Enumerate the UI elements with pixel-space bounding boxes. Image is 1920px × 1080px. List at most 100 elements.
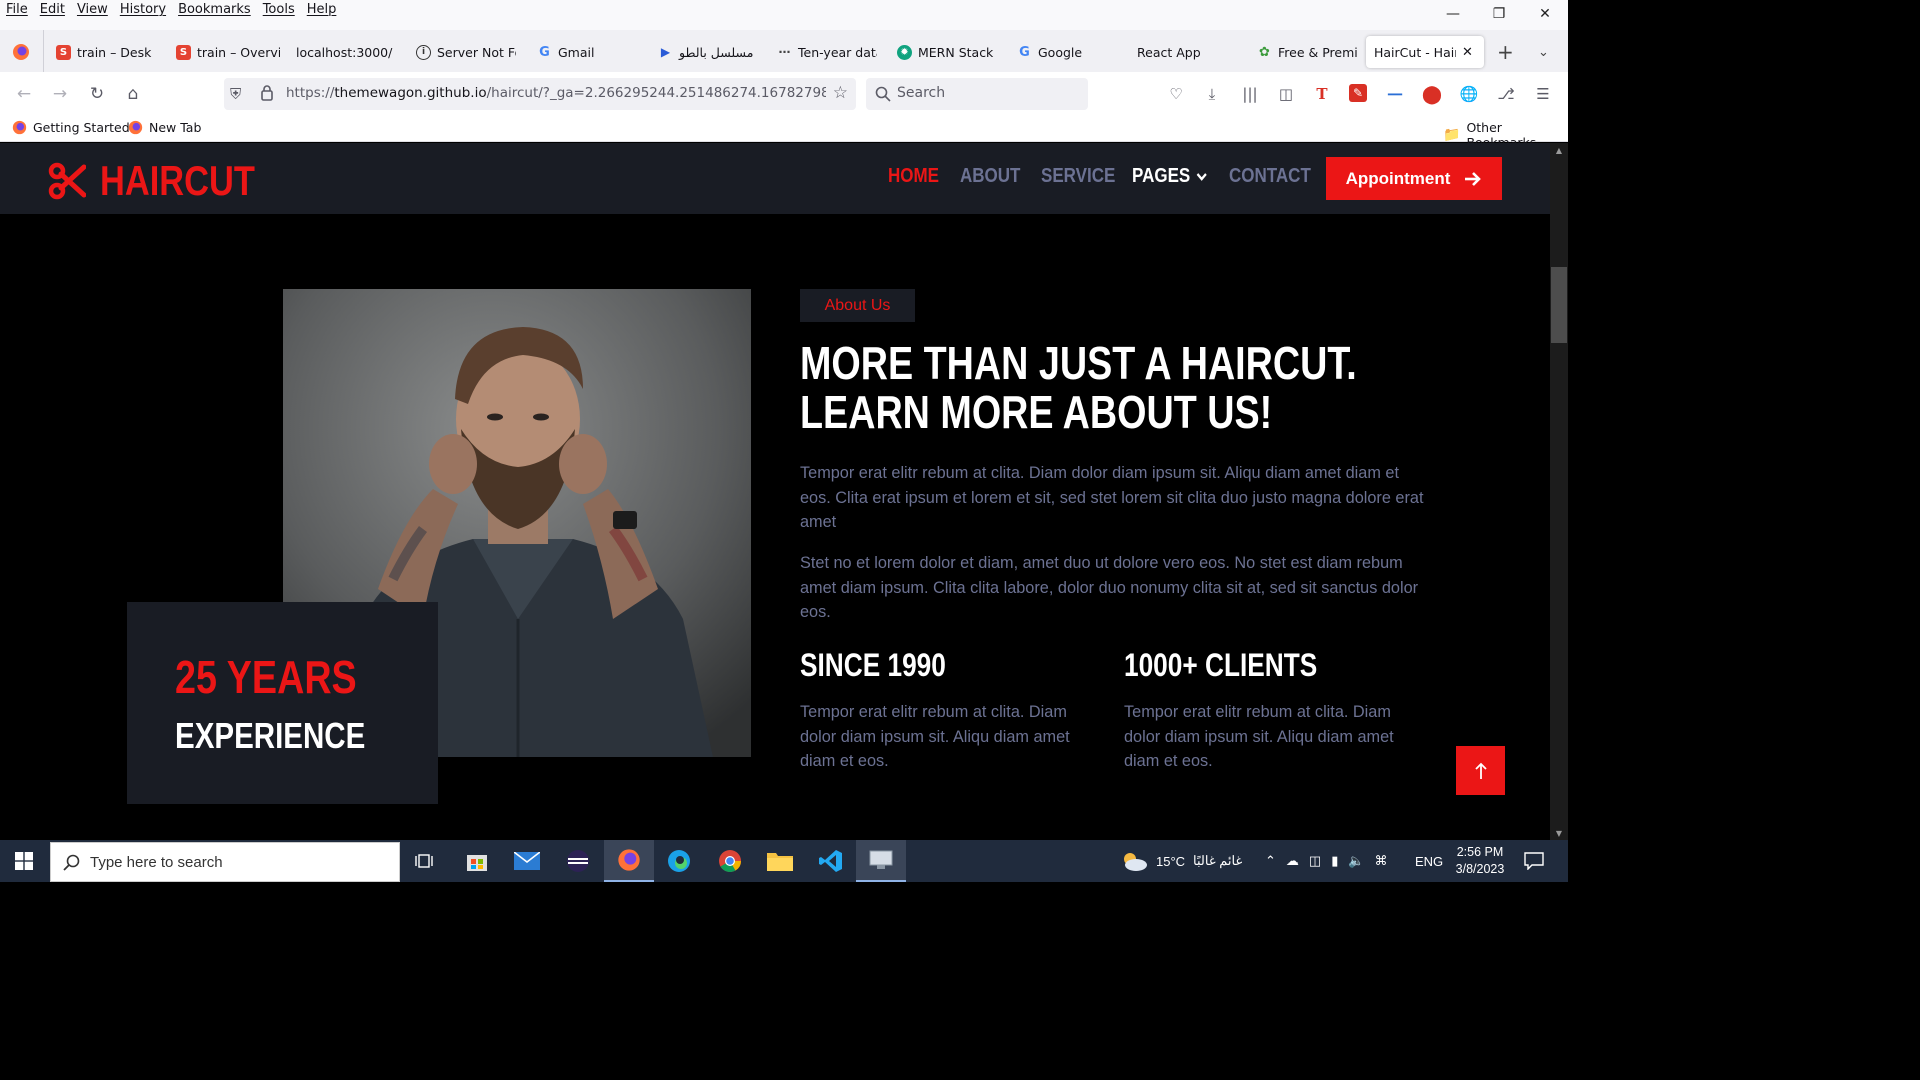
site-logo[interactable]: HAIRCUT xyxy=(48,157,289,205)
sidebar-icon[interactable]: ◫ xyxy=(1276,84,1296,104)
nav-service[interactable]: SERVICE xyxy=(1041,165,1115,188)
extension-t-icon[interactable]: T xyxy=(1312,84,1332,104)
mail-icon xyxy=(514,852,540,870)
tab-google[interactable]: G Google xyxy=(1017,36,1117,68)
appointment-label: Appointment xyxy=(1345,168,1451,188)
tab-train-overview[interactable]: S train – Overvie xyxy=(176,36,280,68)
page-scrollbar[interactable]: ▲ ▼ xyxy=(1550,143,1568,840)
tab-label: HairCut - Hair S xyxy=(1374,44,1456,60)
scrollbar-thumb[interactable] xyxy=(1551,267,1567,343)
globe-icon[interactable]: 🌐 xyxy=(1459,84,1479,104)
hamburger-menu-icon[interactable]: ☰ xyxy=(1533,84,1553,104)
tab-ten-year-data[interactable]: ⋯ Ten-year data xyxy=(777,36,878,68)
appointment-button[interactable]: Appointment xyxy=(1326,157,1502,200)
tab-mern-stack[interactable]: ✹ MERN Stack E xyxy=(897,36,997,68)
opera-icon[interactable]: ⬤ xyxy=(1422,84,1442,105)
task-view-button[interactable] xyxy=(400,840,450,882)
tab-server-not-found[interactable]: i Server Not Fo xyxy=(416,36,516,68)
start-button[interactable] xyxy=(0,840,48,882)
tab-train-desk[interactable]: S train – Desk xyxy=(56,36,156,68)
tab-react-app[interactable]: React App xyxy=(1137,36,1237,68)
menu-view[interactable]: View xyxy=(77,2,108,17)
close-window-button[interactable]: ✕ xyxy=(1522,0,1568,28)
nav-pages[interactable]: PAGES xyxy=(1132,165,1207,188)
language-indicator[interactable]: ENG xyxy=(1415,840,1443,882)
stat-clients-title: 1000+ CLIENTS xyxy=(1124,647,1318,683)
windows-icon xyxy=(15,852,33,870)
tab-label: Ten-year data xyxy=(798,44,877,60)
library-icon[interactable]: ||| xyxy=(1240,84,1260,104)
tab-arabic-series[interactable]: ▶ مسلسل بالطو xyxy=(658,36,758,68)
extensions-icon[interactable]: ⎇ xyxy=(1496,84,1516,104)
nav-home[interactable]: HOME xyxy=(888,165,939,188)
taskbar-file-explorer[interactable] xyxy=(755,840,805,882)
firefox-icon xyxy=(618,849,640,871)
url-bar[interactable]: ⛨ https://themewagon.github.io/haircut/?… xyxy=(224,78,856,110)
taskbar-store[interactable] xyxy=(452,840,502,882)
close-tab-icon[interactable]: ✕ xyxy=(1462,45,1473,60)
pocket-icon[interactable]: ♡ xyxy=(1166,84,1186,104)
back-button[interactable]: ← xyxy=(12,82,36,106)
tab-free-premium[interactable]: ✿ Free & Premiu xyxy=(1257,36,1357,68)
volume-icon[interactable]: 🔈 xyxy=(1348,853,1364,869)
bookmark-new-tab[interactable]: New Tab xyxy=(128,120,201,135)
menu-edit[interactable]: Edit xyxy=(40,2,65,17)
taskbar-eclipse[interactable] xyxy=(553,840,603,882)
wifi-icon[interactable]: ⌘ xyxy=(1375,853,1388,869)
taskbar-firefox[interactable] xyxy=(604,840,654,882)
scroll-up-icon[interactable]: ▲ xyxy=(1550,143,1568,157)
taskbar-mail[interactable] xyxy=(502,840,552,882)
weather-temperature: 15°C xyxy=(1156,853,1186,869)
bookmark-getting-started[interactable]: Getting Started xyxy=(12,120,130,135)
nav-about[interactable]: ABOUT xyxy=(960,165,1020,188)
firefox-view-button[interactable] xyxy=(12,36,30,68)
s-icon: S xyxy=(176,44,191,60)
cloud-icon[interactable]: ☁ xyxy=(1286,853,1299,869)
list-all-tabs-button[interactable]: ⌄ xyxy=(1538,36,1549,68)
bookmark-star-icon[interactable]: ☆ xyxy=(833,83,848,103)
taskbar-search[interactable]: Type here to search xyxy=(50,842,400,882)
meet-icon[interactable]: ◫ xyxy=(1309,853,1321,869)
about-paragraph-2: Stet no et lorem dolor et diam, amet duo… xyxy=(800,554,1419,621)
translate-icon[interactable]: 一 xyxy=(1385,84,1405,104)
chevron-up-icon[interactable]: ⌃ xyxy=(1265,853,1276,869)
battery-icon[interactable]: ▮ xyxy=(1331,853,1338,869)
taskbar-edge[interactable] xyxy=(654,840,704,882)
search-bar[interactable]: Search xyxy=(866,78,1088,110)
edge-icon xyxy=(668,850,690,872)
tab-gmail[interactable]: G Gmail xyxy=(537,36,637,68)
restore-button[interactable]: ❐ xyxy=(1476,0,1522,28)
clock[interactable]: 2:56 PM 3/8/2023 xyxy=(1450,844,1510,878)
scroll-down-icon[interactable]: ▼ xyxy=(1550,826,1568,840)
minimize-button[interactable]: — xyxy=(1430,0,1476,28)
weather-widget[interactable]: 15°C غائم غالبًا xyxy=(1120,840,1242,882)
url-text[interactable]: https://themewagon.github.io/haircut/?_g… xyxy=(286,85,826,101)
info-icon: i xyxy=(416,44,431,60)
tab-haircut[interactable]: HairCut - Hair S ✕ xyxy=(1366,36,1484,68)
eclipse-icon xyxy=(567,850,589,872)
taskbar-vscode[interactable] xyxy=(806,840,856,882)
reload-button[interactable]: ↻ xyxy=(85,82,109,106)
home-button[interactable]: ⌂ xyxy=(121,82,145,106)
menu-tools[interactable]: Tools xyxy=(263,2,295,17)
forward-button[interactable]: → xyxy=(48,82,72,106)
downloads-icon[interactable]: ⤓ xyxy=(1202,84,1222,104)
menu-help[interactable]: Help xyxy=(307,2,337,17)
chevron-down-icon xyxy=(1196,172,1207,181)
menu-file[interactable]: File xyxy=(6,2,28,17)
new-tab-button[interactable]: + xyxy=(1497,36,1514,68)
menu-history[interactable]: History xyxy=(120,2,166,17)
tab-localhost[interactable]: localhost:3000/ xyxy=(296,36,396,68)
lock-icon[interactable] xyxy=(260,84,274,105)
shield-icon[interactable]: ⛨ xyxy=(230,85,241,103)
notifications-button[interactable] xyxy=(1524,840,1544,882)
taskbar-chrome[interactable] xyxy=(705,840,755,882)
back-to-top-button[interactable] xyxy=(1456,746,1505,795)
menu-bookmarks[interactable]: Bookmarks xyxy=(178,2,251,17)
nav-contact[interactable]: CONTACT xyxy=(1229,165,1311,188)
extension-pen-icon[interactable]: ✎ xyxy=(1349,84,1367,102)
taskbar-remote-desktop[interactable] xyxy=(856,840,906,882)
system-tray-icons: ⌃ ☁ ◫ ▮ 🔈 ⌘ xyxy=(1265,840,1388,882)
stat-since-title: SINCE 1990 xyxy=(800,647,946,683)
vscode-icon xyxy=(819,850,842,872)
